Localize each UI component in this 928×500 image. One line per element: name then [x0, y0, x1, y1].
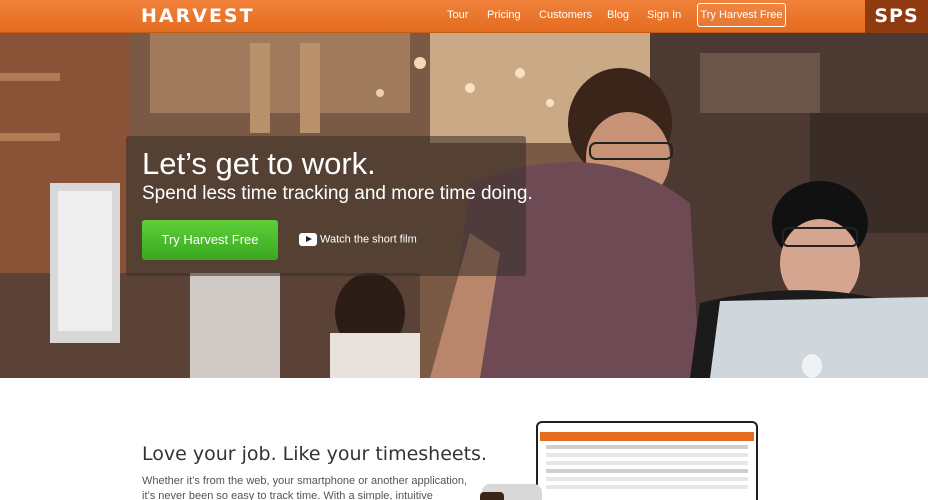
nav-link-tour[interactable]: Tour [447, 9, 468, 21]
watch-film-label: Watch the short film [320, 233, 417, 246]
section-title: Love your job. Like your timesheets. [142, 443, 487, 465]
youtube-play-icon [299, 233, 317, 246]
nav-links: Tour Pricing Customers Blog Sign In [0, 9, 928, 25]
hero-title: Let’s get to work. [142, 146, 376, 181]
section-body-line-1: Whether it’s from the web, your smartpho… [142, 475, 468, 487]
try-harvest-free-hero-button[interactable]: Try Harvest Free [142, 220, 278, 260]
sps-badge: SPS [865, 0, 928, 33]
nav-link-sign-in[interactable]: Sign In [647, 9, 681, 21]
nav-link-customers[interactable]: Customers [539, 9, 592, 21]
nav-link-pricing[interactable]: Pricing [487, 9, 521, 21]
laptop-screenshot-image [536, 421, 758, 500]
try-harvest-free-nav-button[interactable]: Try Harvest Free [697, 3, 786, 27]
hero-subtitle: Spend less time tracking and more time d… [142, 183, 533, 204]
top-nav: HARVEST Tour Pricing Customers Blog Sign… [0, 0, 928, 33]
device-edge-image [480, 492, 504, 500]
page: HARVEST Tour Pricing Customers Blog Sign… [0, 0, 928, 500]
section-body: Whether it’s from the web, your smartpho… [142, 474, 468, 500]
section-body-line-2: it’s never been so easy to track time. W… [142, 490, 433, 500]
nav-link-blog[interactable]: Blog [607, 9, 629, 21]
watch-film-link[interactable]: Watch the short film [299, 233, 417, 247]
